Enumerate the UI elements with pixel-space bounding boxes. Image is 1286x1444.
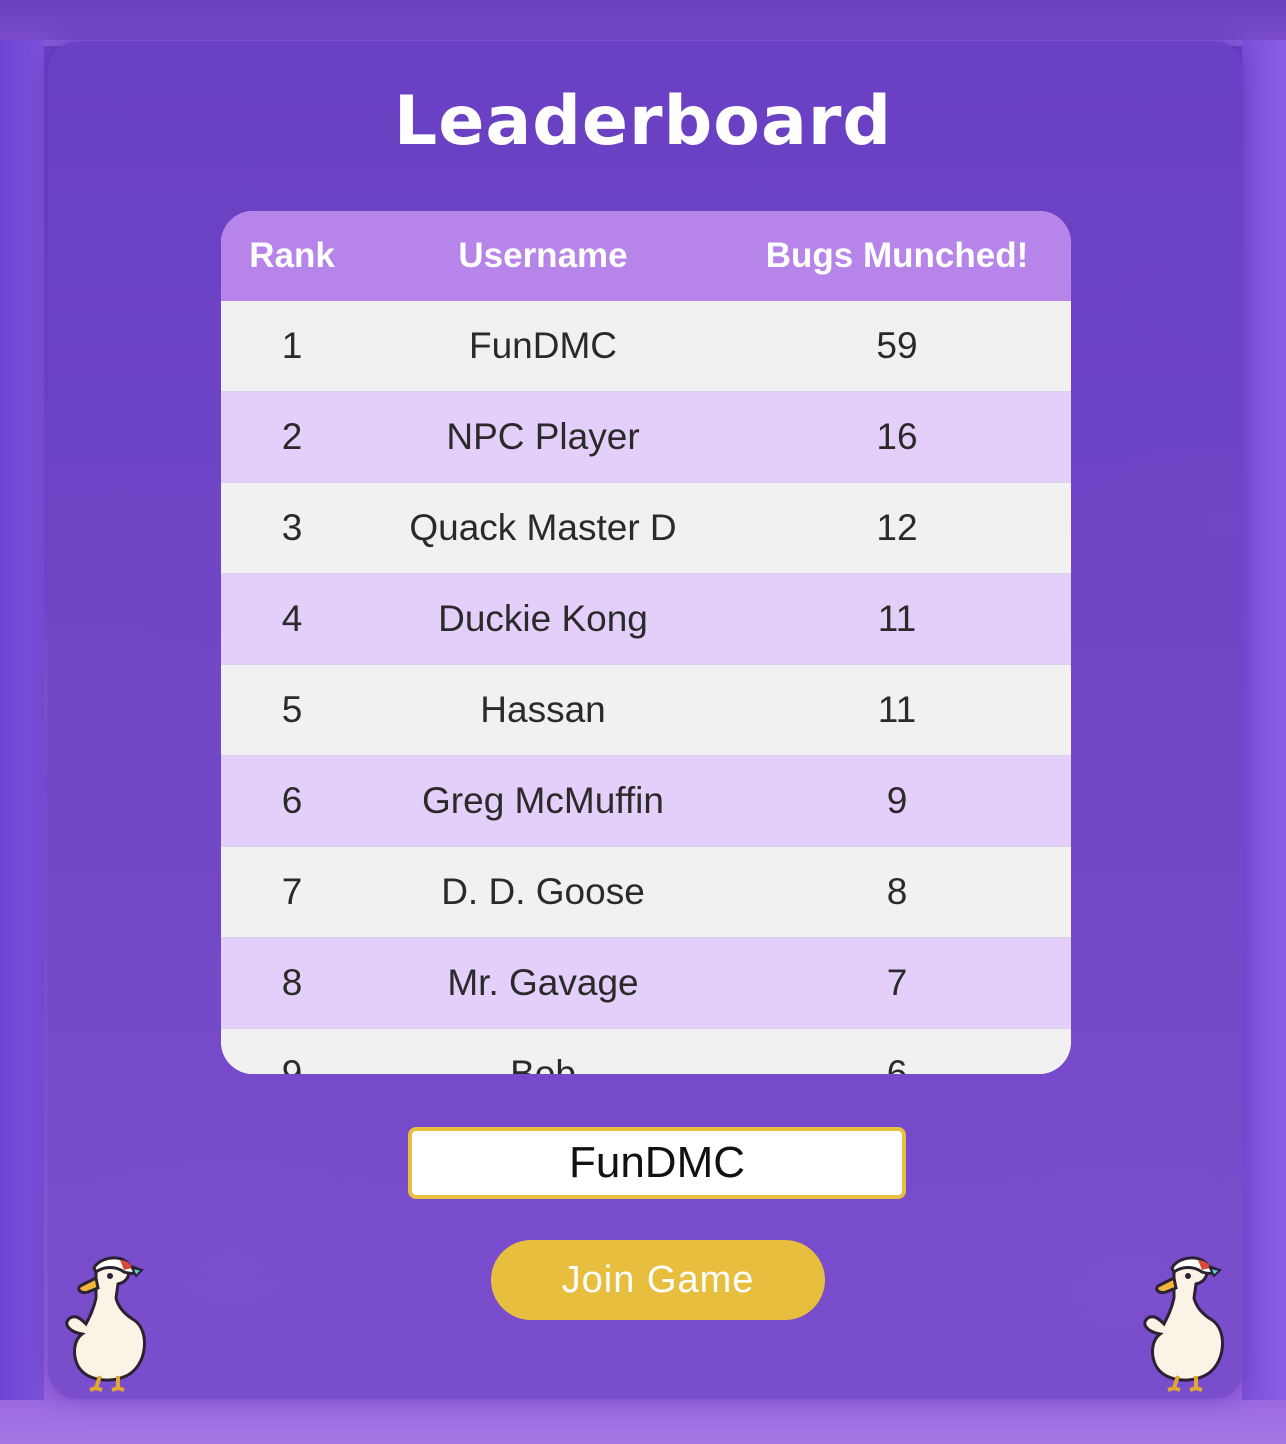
cell-username: Greg McMuffin [422, 780, 664, 821]
header-rank: Rank [249, 236, 335, 275]
table-row: 8 Mr. Gavage 7 [221, 938, 1071, 1029]
cell-username: Mr. Gavage [447, 962, 639, 1003]
table-row: 5 Hassan 11 [221, 665, 1071, 756]
cell-bugs: 8 [886, 871, 908, 912]
cell-rank: 6 [281, 780, 303, 821]
table-row: 6 Greg McMuffin 9 [221, 756, 1071, 847]
username-input[interactable] [408, 1127, 906, 1199]
cell-username: FunDMC [468, 325, 618, 366]
left-frame [0, 40, 44, 1444]
duck-icon [1143, 1256, 1224, 1392]
table-row: 9 Bob 6 [221, 1029, 1071, 1074]
cell-bugs: 6 [886, 1053, 908, 1074]
table-header: Rank Username Bugs Munched! [221, 211, 1071, 301]
header-username: Username [458, 236, 628, 275]
cell-bugs: 11 [877, 689, 917, 730]
cell-rank: 4 [281, 598, 303, 639]
right-frame [1242, 40, 1286, 1444]
cell-rank: 5 [281, 689, 303, 730]
cell-rank: 1 [281, 325, 303, 366]
cell-bugs: 11 [877, 598, 917, 639]
cell-bugs: 12 [876, 507, 918, 548]
cell-rank: 2 [281, 416, 303, 457]
header-bugs: Bugs Munched! [765, 236, 1029, 275]
cell-bugs: 9 [886, 780, 908, 821]
table-row: 7 D. D. Goose 8 [221, 847, 1071, 938]
cell-rank: 8 [281, 962, 303, 1003]
join-game-button[interactable]: Join Game [491, 1240, 825, 1320]
duck-icon [65, 1256, 146, 1392]
top-frame [0, 0, 1286, 46]
cell-username: NPC Player [446, 416, 640, 457]
cell-rank: 9 [281, 1053, 303, 1074]
cell-username: Bob [510, 1053, 576, 1074]
cell-bugs: 16 [876, 416, 918, 457]
table-row: 2 NPC Player 16 [221, 392, 1071, 483]
table-row: 1 FunDMC 59 [221, 301, 1071, 392]
table-row: 4 Duckie Kong 11 [221, 574, 1071, 665]
cell-username: Quack Master D [409, 507, 677, 548]
page-title: Leaderboard [393, 82, 893, 161]
cell-username: Duckie Kong [438, 598, 648, 639]
leaderboard-table[interactable]: Rank Username Bugs Munched! 1 FunDMC 5 9 … [221, 211, 1071, 1074]
table-body: 1 FunDMC 59 2 NPC Player 16 3 Quack Mast… [221, 301, 1071, 1074]
bottom-frame [0, 1400, 1286, 1444]
cell-bugs: 7 [886, 962, 908, 1003]
table-row: 3 Quack Master D 12 [221, 483, 1071, 574]
cell-rank: 7 [281, 871, 303, 912]
cell-username: D. D. Goose [441, 871, 645, 912]
cell-rank: 3 [281, 507, 303, 548]
cell-bugs: 59 [876, 325, 918, 366]
cell-username: Hassan [480, 689, 606, 730]
